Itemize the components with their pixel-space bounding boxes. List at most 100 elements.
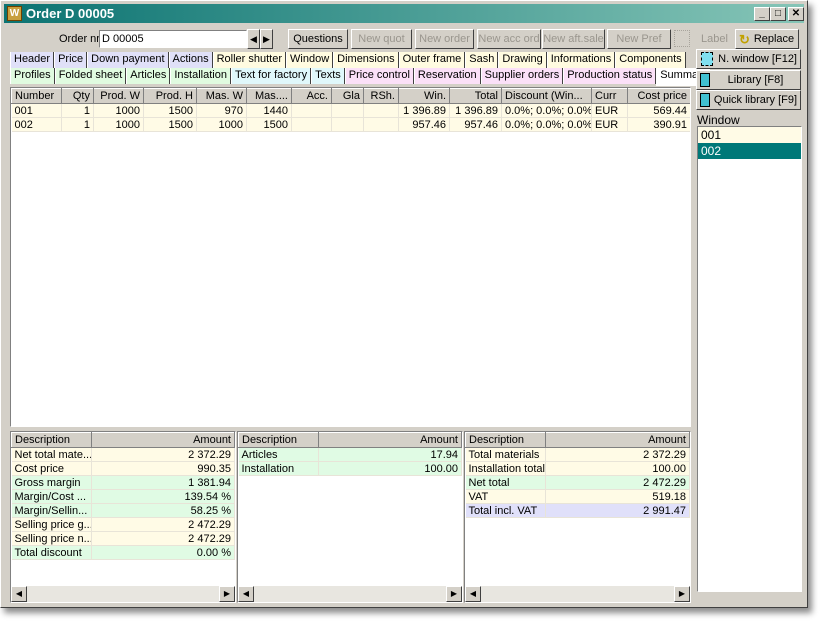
tab-sash[interactable]: Sash <box>465 52 499 68</box>
column-header[interactable]: Description <box>238 432 319 448</box>
table-row[interactable]: 002 1 1000 1500 1000 1500 957.46 957.46 0.0%; 0.… <box>11 117 690 132</box>
order-nr-input[interactable]: D 00005 <box>99 30 247 48</box>
maximize-button[interactable]: □ <box>770 7 786 21</box>
tab-down-payment[interactable]: Down payment <box>87 52 169 68</box>
table-row[interactable]: 001 1 1000 1500 970 1440 1 396.89 1 396.89 0.0%;… <box>11 103 690 118</box>
summary-row[interactable]: VAT 519.18 <box>465 489 690 504</box>
summary-row[interactable]: Selling price g... 2 472.29 <box>11 517 235 532</box>
summary-row[interactable]: Total discount 0.00 % <box>11 545 235 560</box>
column-header[interactable]: Amount <box>318 432 462 448</box>
tab-dimensions[interactable]: Dimensions <box>333 52 399 68</box>
table-cell <box>291 117 332 132</box>
tab-production-status[interactable]: Production status <box>563 68 657 84</box>
summary-grid: Description Amount Total materials 2 372.29… <box>464 431 691 603</box>
summary-row[interactable]: Total materials 2 372.29 <box>465 447 690 462</box>
table-cell: 970 <box>196 103 247 118</box>
tab-outer-frame[interactable]: Outer frame <box>398 52 466 68</box>
tab-articles[interactable]: Articles <box>126 68 171 84</box>
tab-text-for-factory[interactable]: Text for factory <box>230 68 312 84</box>
scroll-left-icon[interactable]: ◀ <box>11 586 27 602</box>
tab-window[interactable]: Window <box>286 52 334 68</box>
column-header[interactable]: Mas. W <box>196 88 247 104</box>
new-aft-sale-button[interactable]: New aft.sale <box>542 29 605 49</box>
tab-price[interactable]: Price <box>54 52 88 68</box>
column-header[interactable]: Mas.... <box>246 88 292 104</box>
table-cell: EUR <box>591 117 628 132</box>
tab-components[interactable]: Components <box>615 52 686 68</box>
new-quot-button[interactable]: New quot <box>351 29 412 49</box>
tab-supplier-orders[interactable]: Supplier orders <box>480 68 564 84</box>
window-list-item[interactable]: 002 <box>698 143 801 159</box>
summary-row[interactable]: Installation total 100.00 <box>465 461 690 476</box>
column-header[interactable]: Acc. <box>291 88 332 104</box>
summary-row[interactable]: Selling price n... 2 472.29 <box>11 531 235 546</box>
horizontal-scrollbar[interactable]: ◀ ▶ <box>11 586 235 602</box>
quick-library-button[interactable]: Quick library [F9] <box>696 90 801 110</box>
horizontal-scrollbar[interactable]: ◀ ▶ <box>465 586 690 602</box>
n-window-button[interactable]: N. window [F12] <box>696 49 801 69</box>
tab-header[interactable]: Header <box>10 52 55 68</box>
summary-row[interactable]: Net total mate... 2 372.29 <box>11 447 235 462</box>
library-icon <box>700 73 710 87</box>
summary-row[interactable]: Margin/Cost ... 139.54 % <box>11 489 235 504</box>
column-header[interactable]: Gla <box>331 88 364 104</box>
tab-price-control[interactable]: Price control <box>344 68 414 84</box>
tab-drawing[interactable]: Drawing <box>498 52 547 68</box>
scroll-right-icon[interactable]: ▶ <box>674 586 690 602</box>
summary-row[interactable]: Cost price 990.35 <box>11 461 235 476</box>
column-header[interactable]: Amount <box>545 432 690 448</box>
replace-button[interactable]: ↻ Replace <box>735 29 799 49</box>
column-header[interactable]: Discount (Win... <box>501 88 592 104</box>
new-order-button[interactable]: New order <box>415 29 474 49</box>
next-arrow-icon[interactable]: ▶ <box>260 29 273 49</box>
scroll-right-icon[interactable]: ▶ <box>446 586 462 602</box>
summary-row[interactable]: Margin/Sellin... 58.25 % <box>11 503 235 518</box>
column-header[interactable]: Cost price <box>627 88 690 104</box>
description-cell: Cost price <box>11 461 92 476</box>
questions-button[interactable]: Questions <box>288 29 348 49</box>
column-header[interactable]: Qty <box>61 88 94 104</box>
tab-folded-sheet[interactable]: Folded sheet <box>54 68 127 84</box>
column-header[interactable]: Description <box>465 432 546 448</box>
column-header[interactable]: Prod. H <box>143 88 197 104</box>
column-header[interactable]: Win. <box>398 88 450 104</box>
label-button[interactable]: Label <box>701 33 728 45</box>
new-acc-ord-button[interactable]: New acc ord <box>477 29 541 49</box>
column-header[interactable]: Description <box>11 432 92 448</box>
window-list-item[interactable]: 001 <box>698 127 801 143</box>
tab-actions[interactable]: Actions <box>168 52 213 68</box>
summary-row[interactable]: Net total 2 472.29 <box>465 475 690 490</box>
summary-row[interactable]: Total incl. VAT 2 991.47 <box>465 503 690 518</box>
close-button[interactable]: ✕ <box>788 7 804 21</box>
new-window-icon <box>701 52 713 66</box>
summary-row[interactable]: Gross margin 1 381.94 <box>11 475 235 490</box>
column-header[interactable]: RSh. <box>363 88 399 104</box>
tab-informations[interactable]: Informations <box>546 52 616 68</box>
column-header[interactable]: Number <box>11 88 62 104</box>
amount-cell: 100.00 <box>545 461 690 476</box>
window-list[interactable]: 001 002 <box>697 126 802 592</box>
horizontal-scrollbar[interactable]: ◀ ▶ <box>238 586 462 602</box>
tab-texts[interactable]: Texts <box>311 68 345 84</box>
scroll-left-icon[interactable]: ◀ <box>238 586 254 602</box>
column-header[interactable]: Prod. W <box>93 88 144 104</box>
summary-row[interactable]: Installation 100.00 <box>238 461 462 476</box>
table-cell: 1 <box>61 103 94 118</box>
minimize-button[interactable]: _ <box>754 7 770 21</box>
column-header[interactable]: Amount <box>91 432 235 448</box>
amount-cell: 2 472.29 <box>91 517 235 532</box>
column-header[interactable]: Total <box>449 88 502 104</box>
tab-reservation[interactable]: Reservation <box>413 68 481 84</box>
column-header[interactable]: Curr <box>591 88 628 104</box>
table-cell: 1440 <box>246 103 292 118</box>
new-pref-button[interactable]: New Pref <box>607 29 671 49</box>
table-cell: 1 396.89 <box>449 103 502 118</box>
summary-row[interactable]: Articles 17.94 <box>238 447 462 462</box>
tab-installation[interactable]: Installation <box>170 68 231 84</box>
scroll-left-icon[interactable]: ◀ <box>465 586 481 602</box>
prev-arrow-icon[interactable]: ◀ <box>247 29 260 49</box>
scroll-right-icon[interactable]: ▶ <box>219 586 235 602</box>
tab-profiles[interactable]: Profiles <box>10 68 55 84</box>
library-button[interactable]: Library [F8] <box>696 70 801 90</box>
tab-roller-shutter[interactable]: Roller shutter <box>212 52 287 68</box>
